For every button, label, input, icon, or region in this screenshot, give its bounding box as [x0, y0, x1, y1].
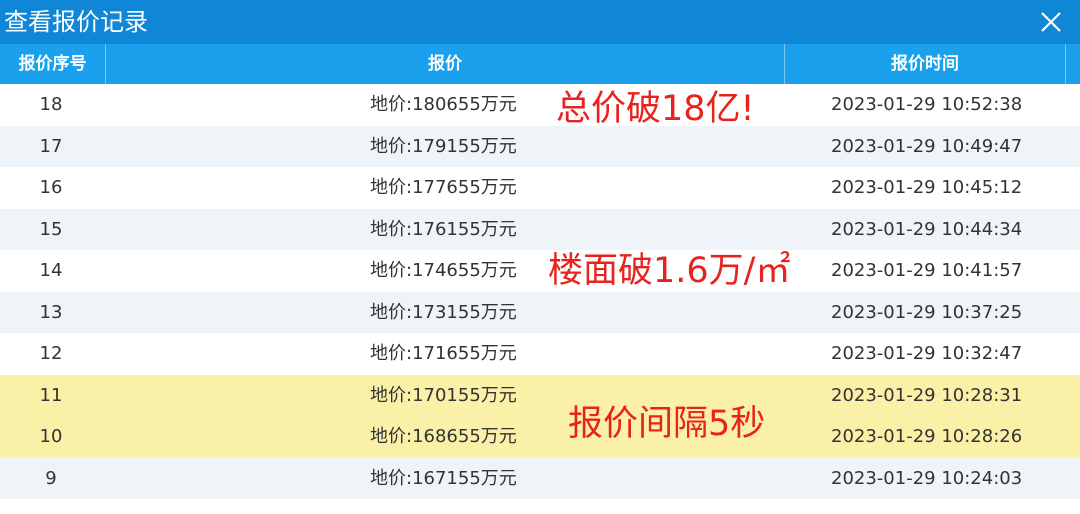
seq-cell: 13 — [39, 301, 63, 323]
seq-cell: 12 — [39, 343, 63, 364]
table-row[interactable]: 14 地价:174655万元 2023-01-29 10:41:57 — [0, 250, 1080, 292]
price-cell: 地价:180655万元 — [370, 94, 517, 115]
close-icon[interactable] — [1036, 7, 1066, 37]
table-row[interactable]: 16 地价:177655万元 2023-01-29 10:45:12 — [0, 167, 1080, 209]
table-row[interactable]: 9 地价:167155万元 2023-01-29 10:24:03 — [0, 457, 1080, 499]
column-header-seq[interactable]: 报价序号 — [0, 44, 106, 84]
column-header-price[interactable]: 报价 — [106, 44, 785, 84]
price-cell: 地价:170155万元 — [370, 384, 517, 406]
table-row[interactable]: 18 地价:180655万元 2023-01-29 10:52:38 — [0, 84, 1080, 126]
price-cell: 地价:179155万元 — [370, 135, 517, 157]
window-title: 查看报价记录 — [4, 8, 148, 36]
time-cell: 2023-01-29 10:44:34 — [831, 218, 1023, 240]
annotation-bid-interval: 报价间隔5秒 — [568, 404, 766, 444]
price-cell: 地价:174655万元 — [370, 260, 517, 281]
seq-cell: 10 — [39, 426, 63, 447]
window-titlebar: 查看报价记录 — [0, 0, 1080, 44]
table-row[interactable]: 13 地价:173155万元 2023-01-29 10:37:25 — [0, 291, 1080, 333]
seq-cell: 17 — [39, 135, 63, 157]
price-cell: 地价:171655万元 — [370, 343, 517, 364]
annotation-total-price: 总价破18亿! — [556, 89, 755, 129]
seq-cell: 16 — [39, 177, 63, 198]
table-row[interactable]: 17 地价:179155万元 2023-01-29 10:49:47 — [0, 125, 1080, 167]
seq-cell: 11 — [39, 384, 63, 406]
time-cell: 2023-01-29 10:24:03 — [831, 467, 1023, 489]
seq-cell: 9 — [45, 467, 57, 489]
table-row-highlighted[interactable]: 11 地价:170155万元 2023-01-29 10:28:31 — [0, 374, 1080, 416]
seq-cell: 15 — [39, 218, 63, 240]
price-cell: 地价:167155万元 — [370, 467, 517, 489]
price-cell: 地价:168655万元 — [370, 426, 517, 447]
annotation-floor-price: 楼面破1.6万/㎡ — [548, 251, 791, 291]
table-row[interactable]: 12 地价:171655万元 2023-01-29 10:32:47 — [0, 333, 1080, 375]
column-header-time[interactable]: 报价时间 — [785, 44, 1066, 84]
time-cell: 2023-01-29 10:28:31 — [831, 384, 1023, 406]
time-cell: 2023-01-29 10:37:25 — [831, 301, 1023, 323]
price-cell: 地价:177655万元 — [370, 177, 517, 198]
time-cell: 2023-01-29 10:32:47 — [831, 343, 1023, 364]
seq-cell: 14 — [39, 260, 63, 281]
table-row[interactable]: 15 地价:176155万元 2023-01-29 10:44:34 — [0, 208, 1080, 250]
time-cell: 2023-01-29 10:41:57 — [831, 260, 1023, 281]
table-header: 报价序号 报价 报价时间 — [0, 44, 1080, 84]
time-cell: 2023-01-29 10:52:38 — [831, 94, 1023, 115]
price-cell: 地价:176155万元 — [370, 218, 517, 240]
seq-cell: 18 — [39, 94, 63, 115]
time-cell: 2023-01-29 10:49:47 — [831, 135, 1023, 157]
price-cell: 地价:173155万元 — [370, 301, 517, 323]
bid-record-table: 18 地价:180655万元 2023-01-29 10:52:38 17 地价… — [0, 84, 1080, 499]
time-cell: 2023-01-29 10:28:26 — [831, 426, 1023, 447]
table-row-highlighted[interactable]: 10 地价:168655万元 2023-01-29 10:28:26 — [0, 416, 1080, 458]
time-cell: 2023-01-29 10:45:12 — [831, 177, 1023, 198]
